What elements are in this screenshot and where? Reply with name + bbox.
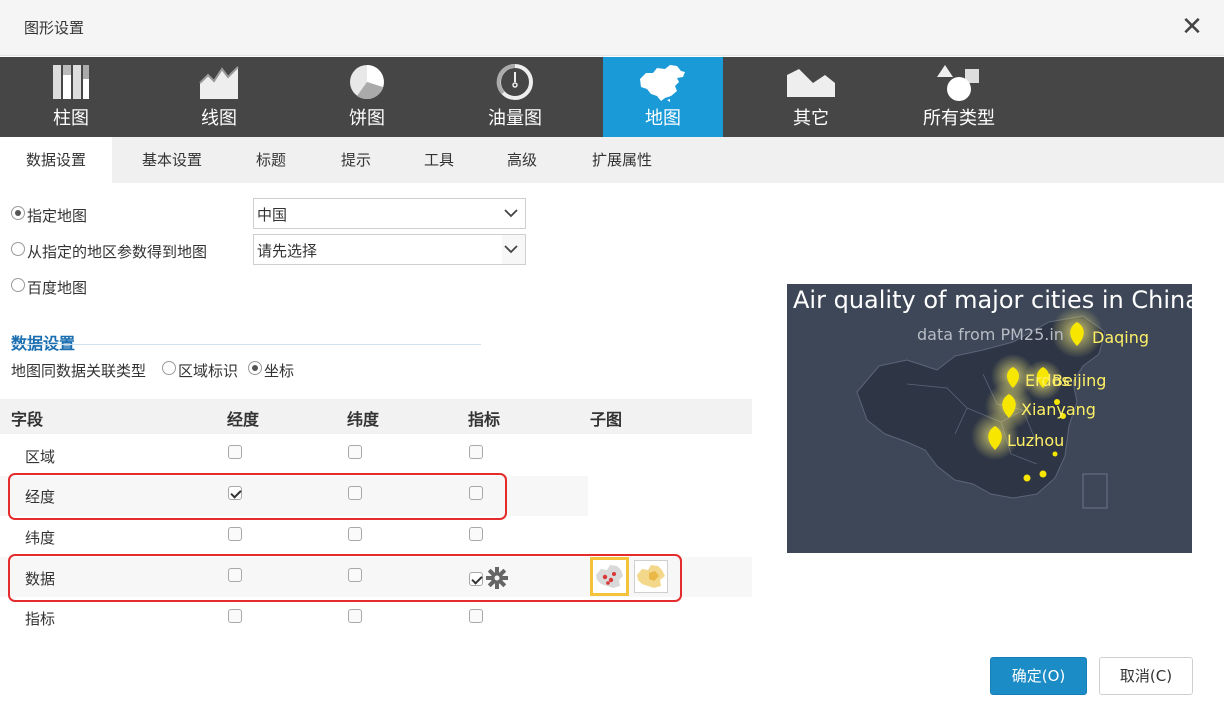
radio-coordinate[interactable] — [248, 361, 262, 375]
preview-subtitle: data from PM25.in — [917, 325, 1064, 344]
label-region-id: 区域标识 — [178, 362, 239, 380]
cancel-button[interactable]: 取消(C) — [1099, 657, 1193, 695]
col-latitude: 纬度 — [347, 410, 380, 429]
map-select-value: 中国 — [257, 206, 288, 224]
city-label: Beijing — [1052, 371, 1107, 390]
tab-title[interactable]: 标题 — [245, 137, 297, 183]
dialog-titlebar: 图形设置 ✕ — [0, 0, 1224, 56]
tab-data-settings[interactable]: 数据设置 — [0, 137, 112, 183]
tab-bar-chart[interactable]: 柱图 — [11, 57, 131, 137]
label-coordinate: 坐标 — [264, 362, 295, 380]
indicator-checkbox[interactable] — [469, 609, 483, 623]
preview-title: Air quality of major cities in China — [793, 286, 1192, 314]
tab-pie-chart[interactable]: 饼图 — [307, 57, 427, 137]
tab-all-types[interactable]: 所有类型 — [899, 57, 1019, 137]
tab-other-chart[interactable]: 其它 — [751, 57, 871, 137]
field-name: 指标 — [25, 610, 56, 628]
table-row: 指标 — [0, 598, 752, 638]
tab-label: 油量图 — [488, 108, 542, 129]
dialog-title: 图形设置 — [24, 19, 85, 37]
radio-region-id[interactable] — [162, 361, 176, 375]
col-field: 字段 — [11, 410, 44, 429]
chevron-down-icon — [504, 209, 518, 218]
param-select-placeholder: 请先选择 — [257, 242, 318, 260]
param-select[interactable]: 请先选择 — [253, 234, 526, 265]
label-specified-map: 指定地图 — [27, 207, 88, 225]
map-preview: Air quality of major cities in China dat… — [787, 284, 1192, 553]
city-label: Xianyang — [1021, 400, 1096, 419]
tab-tools[interactable]: 工具 — [413, 137, 465, 183]
chart-type-tabs: 柱图 线图 饼图 油量图 地图 其它 所有类型 — [0, 57, 1224, 137]
highlight-data-row — [8, 554, 682, 602]
col-longitude: 经度 — [227, 410, 260, 429]
line-chart-icon — [199, 66, 239, 99]
longitude-checkbox[interactable] — [228, 445, 242, 459]
tab-extended-props[interactable]: 扩展属性 — [580, 137, 664, 183]
tab-label: 柱图 — [53, 108, 89, 129]
map-select[interactable]: 中国 — [253, 198, 526, 229]
table-row: 区域 — [0, 436, 752, 476]
col-subchart: 子图 — [590, 410, 623, 429]
gauge-icon — [496, 63, 533, 100]
tab-label: 其它 — [793, 108, 829, 129]
tab-gauge-chart[interactable]: 油量图 — [455, 57, 575, 137]
shapes-icon — [937, 65, 979, 101]
tab-label: 线图 — [201, 108, 237, 129]
tab-map-chart[interactable]: 地图 — [603, 57, 723, 137]
tab-basic-settings[interactable]: 基本设置 — [127, 137, 217, 183]
city-label: Luzhou — [1007, 431, 1065, 450]
radio-map-from-param[interactable] — [11, 242, 25, 256]
label-baidu-map: 百度地图 — [27, 279, 88, 297]
col-indicator: 指标 — [468, 410, 501, 429]
china-map-icon — [640, 65, 685, 102]
field-table-header: 字段 经度 纬度 指标 子图 — [0, 399, 752, 434]
city-label: Daqing — [1092, 328, 1150, 347]
label-map-from-param: 从指定的地区参数得到地图 — [27, 243, 208, 261]
close-icon[interactable]: ✕ — [1180, 14, 1204, 40]
tab-line-chart[interactable]: 线图 — [159, 57, 279, 137]
radio-baidu-map[interactable] — [11, 278, 25, 292]
field-name: 区域 — [25, 448, 56, 466]
radio-specified-map[interactable] — [11, 206, 25, 220]
longitude-checkbox[interactable] — [228, 527, 242, 541]
latitude-checkbox[interactable] — [348, 609, 362, 623]
section-divider — [11, 344, 481, 345]
table-row: 纬度 — [0, 517, 752, 557]
tab-label: 饼图 — [349, 108, 385, 129]
latitude-checkbox[interactable] — [348, 527, 362, 541]
latitude-checkbox[interactable] — [348, 445, 362, 459]
other-chart-icon — [787, 69, 835, 97]
settings-tabs: 数据设置 基本设置 标题 提示 工具 高级 扩展属性 — [0, 137, 1224, 183]
ok-button[interactable]: 确定(O) — [990, 657, 1087, 695]
section-title: 数据设置 — [11, 334, 76, 353]
field-name: 纬度 — [25, 529, 56, 547]
indicator-checkbox[interactable] — [469, 527, 483, 541]
bar-chart-icon — [53, 65, 89, 99]
tab-tooltip[interactable]: 提示 — [330, 137, 382, 183]
tab-label: 所有类型 — [923, 108, 995, 129]
indicator-checkbox[interactable] — [469, 445, 483, 459]
pie-chart-icon — [350, 65, 384, 100]
tab-label: 地图 — [645, 108, 681, 129]
highlight-longitude-row — [8, 473, 507, 520]
relation-type-label: 地图同数据关联类型 — [11, 362, 147, 380]
chevron-down-icon — [504, 245, 518, 254]
tab-advanced[interactable]: 高级 — [496, 137, 548, 183]
longitude-checkbox[interactable] — [228, 609, 242, 623]
